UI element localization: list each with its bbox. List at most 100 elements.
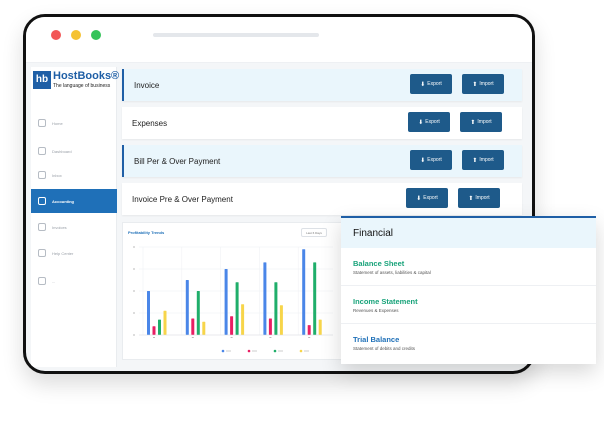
- legend-label: [304, 350, 309, 352]
- period-dropdown[interactable]: Last 6 Days: [301, 228, 327, 237]
- row-label: Invoice: [134, 80, 160, 90]
- export-button-label: Export: [423, 195, 438, 201]
- bar: [235, 282, 239, 335]
- export-button[interactable]: ⬇ Export: [410, 150, 452, 170]
- sidebar-item-home[interactable]: Home: [31, 111, 117, 135]
- sidebar-item-label: Invoices: [52, 224, 67, 230]
- y-tick-mark: [133, 290, 135, 292]
- income-statement-title: Income Statement: [353, 297, 418, 306]
- dashboard-icon: [38, 147, 46, 155]
- row-bill-payment: Bill Per & Over Payment ⬇ Export ⬆ Import: [122, 145, 522, 177]
- brand-tagline: The language of business: [53, 83, 111, 89]
- bar: [147, 291, 150, 335]
- title-bar: [26, 17, 532, 63]
- maximize-window-icon[interactable]: [91, 30, 101, 40]
- minimize-window-icon[interactable]: [71, 30, 81, 40]
- y-tick-mark: [133, 312, 135, 314]
- bar: [318, 319, 322, 335]
- trial-balance-item[interactable]: Trial Balance Statement of debits and cr…: [341, 324, 596, 362]
- x-tick-mark: [308, 337, 311, 338]
- sidebar-item-accounting[interactable]: Accounting: [31, 189, 117, 213]
- sidebar-item-help[interactable]: Help Center: [31, 241, 117, 265]
- settings-icon: [38, 277, 46, 285]
- import-button-label: Import: [477, 119, 492, 125]
- bar: [191, 318, 195, 335]
- sidebar: hb HostBooks® The language of business H…: [31, 67, 120, 367]
- import-button[interactable]: ⬆ Import: [462, 150, 504, 170]
- close-window-icon[interactable]: [51, 30, 61, 40]
- brand-mark: hb: [33, 71, 51, 89]
- export-button-label: Export: [425, 119, 440, 125]
- legend-label: [278, 350, 283, 352]
- sidebar-item-label: Accounting: [52, 198, 74, 204]
- sidebar-item-label: Help Center: [52, 250, 74, 256]
- bar: [224, 269, 228, 335]
- y-tick-mark: [133, 246, 135, 248]
- export-button-label: Export: [427, 157, 442, 163]
- invoice-icon: [38, 223, 46, 231]
- export-button[interactable]: ⬇ Export: [410, 74, 452, 94]
- bar: [163, 310, 167, 335]
- legend-marker: [299, 349, 303, 353]
- income-statement-subtitle: Revenues & Expenses: [353, 308, 399, 313]
- bar: [152, 326, 156, 335]
- chart-title: Profitability Trends: [128, 230, 165, 235]
- bar: [158, 319, 161, 335]
- financial-title: Financial: [341, 216, 596, 248]
- bar: [268, 318, 272, 335]
- x-tick-mark: [230, 337, 233, 338]
- sidebar-item-inbox[interactable]: Inbox: [31, 163, 117, 187]
- row-label: Expenses: [132, 118, 168, 128]
- import-button-label: Import: [479, 157, 494, 163]
- y-tick-mark: [133, 268, 135, 270]
- row-invoice: Invoice ⬇ Export ⬆ Import: [122, 69, 522, 101]
- row-label: Invoice Pre & Over Payment: [132, 194, 233, 204]
- x-tick-mark: [269, 337, 272, 338]
- upload-icon: ⬆: [470, 119, 476, 126]
- export-button-label: Export: [427, 81, 442, 87]
- bar: [241, 304, 245, 335]
- sidebar-item-label: Home: [52, 120, 63, 126]
- bar: [307, 325, 311, 335]
- bar: [185, 280, 189, 335]
- download-icon: ⬇: [420, 81, 426, 88]
- upload-icon: ⬆: [472, 157, 478, 164]
- row-expenses: Expenses ⬇ Export ⬆ Import: [122, 107, 522, 139]
- row-invoice-payment: Invoice Pre & Over Payment ⬇ Export ⬆ Impo…: [122, 183, 522, 215]
- export-button[interactable]: ⬇ Export: [406, 188, 448, 208]
- legend-marker: [273, 349, 277, 353]
- bar: [263, 262, 267, 335]
- sidebar-item-dashboard[interactable]: Dashboard: [31, 139, 117, 163]
- import-button[interactable]: ⬆ Import: [462, 74, 504, 94]
- bar: [230, 316, 234, 335]
- upload-icon: ⬆: [468, 195, 474, 202]
- legend-marker: [221, 349, 225, 353]
- bar: [274, 282, 278, 335]
- balance-sheet-item[interactable]: Balance Sheet Statement of assets, liabi…: [341, 248, 596, 286]
- accounting-icon: [38, 197, 46, 205]
- bar-chart: [133, 246, 333, 353]
- bar: [279, 305, 283, 335]
- upload-icon: ⬆: [472, 81, 478, 88]
- help-icon: [38, 249, 46, 257]
- income-statement-item[interactable]: Income Statement Revenues & Expenses: [341, 286, 596, 324]
- sidebar-item-invoices[interactable]: Invoices: [31, 215, 117, 239]
- brand-logo[interactable]: hb HostBooks® The language of business: [33, 70, 120, 93]
- sidebar-item-settings[interactable]: ...: [31, 269, 117, 293]
- balance-sheet-subtitle: Statement of assets, liabilities & capit…: [353, 270, 431, 275]
- import-button[interactable]: ⬆ Import: [458, 188, 500, 208]
- export-button[interactable]: ⬇ Export: [408, 112, 450, 132]
- legend-marker: [247, 349, 251, 353]
- sidebar-item-label: Dashboard: [52, 148, 72, 154]
- financial-panel: Financial Balance Sheet Statement of ass…: [341, 216, 596, 364]
- import-button[interactable]: ⬆ Import: [460, 112, 502, 132]
- sidebar-item-label: Inbox: [52, 172, 62, 178]
- balance-sheet-title: Balance Sheet: [353, 259, 405, 268]
- bar: [196, 291, 200, 335]
- address-bar[interactable]: [153, 33, 319, 37]
- download-icon: ⬇: [416, 195, 422, 202]
- x-tick-mark: [153, 337, 155, 338]
- brand-name: HostBooks®: [53, 70, 120, 82]
- row-label: Bill Per & Over Payment: [134, 156, 221, 166]
- bar: [313, 262, 317, 335]
